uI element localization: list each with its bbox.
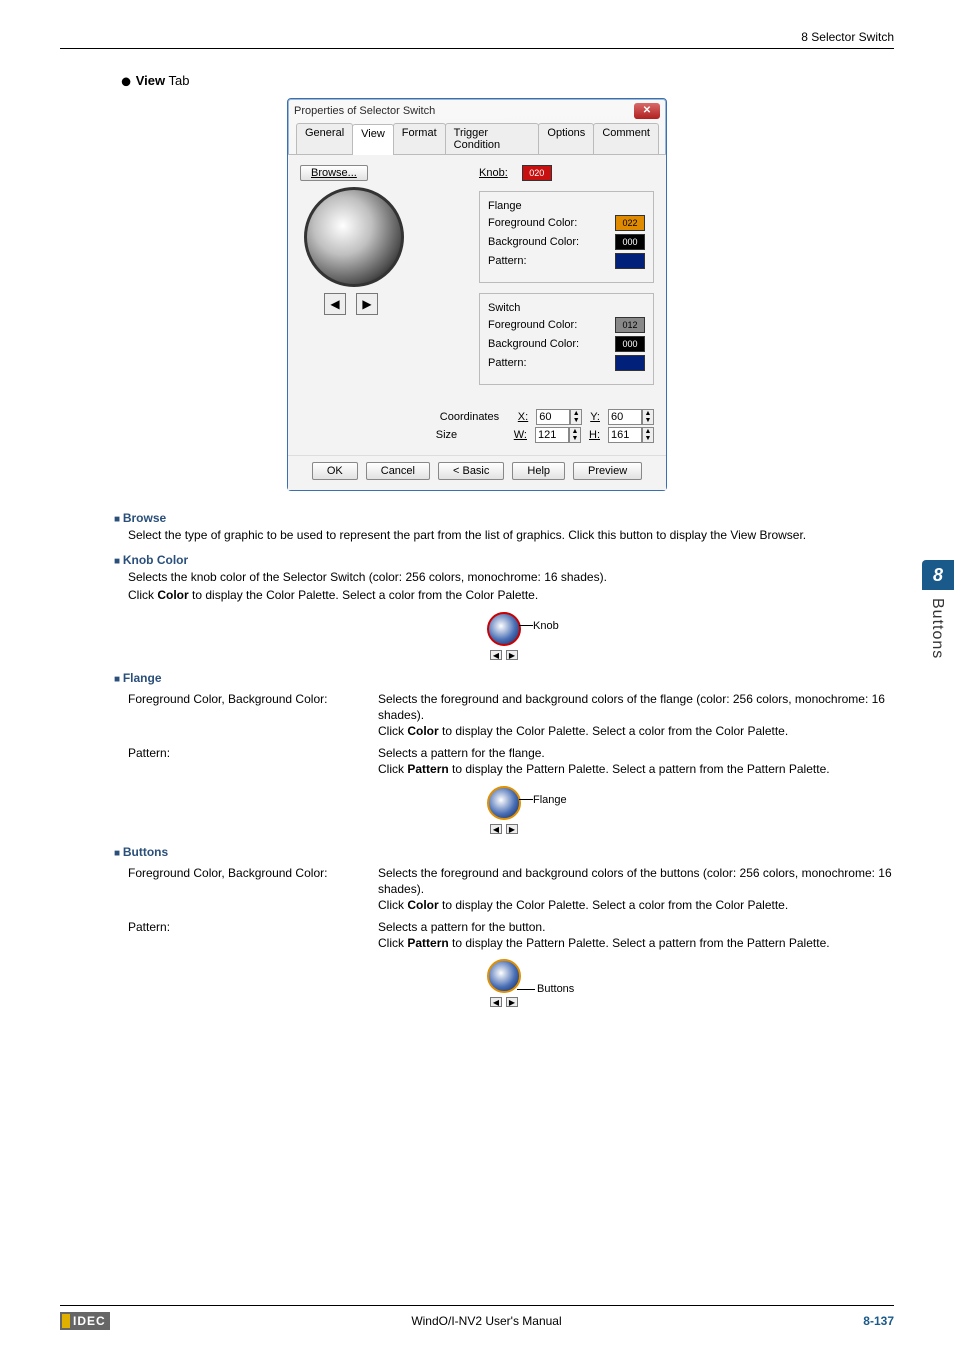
cancel-button[interactable]: Cancel [366, 462, 430, 480]
properties-dialog: Properties of Selector Switch ✕ General … [287, 98, 667, 491]
x-input[interactable]: ▲▼ [536, 409, 582, 425]
flange-group: Flange Foreground Color: 022 Background C… [479, 191, 654, 283]
dialog-title: Properties of Selector Switch [294, 105, 435, 117]
bullet-icon: ● [120, 71, 132, 93]
buttons-fgbg-label: Foreground Color, Background Color: [128, 865, 378, 914]
h-label: H: [589, 429, 600, 441]
flange-fg-swatch[interactable]: 022 [615, 215, 645, 231]
tab-trigger-condition[interactable]: Trigger Condition [445, 123, 540, 154]
knob-label: Knob: [479, 167, 508, 179]
buttons-figure: Buttons ◀▶ [487, 959, 521, 1007]
browse-button[interactable]: Browse... [300, 165, 368, 181]
help-button[interactable]: Help [512, 462, 565, 480]
flange-fgbg-label: Foreground Color, Background Color: [128, 691, 378, 740]
tab-format[interactable]: Format [393, 123, 446, 154]
close-icon[interactable]: ✕ [634, 103, 660, 119]
switch-bg-label: Background Color: [488, 338, 579, 350]
flange-heading: Flange [114, 671, 894, 685]
page-number: 8-137 [863, 1314, 894, 1328]
knob-figure: Knob ◀▶ [487, 612, 521, 660]
h-input[interactable]: ▲▼ [608, 427, 654, 443]
ok-button[interactable]: OK [312, 462, 358, 480]
flange-pattern-label: Pattern: [488, 255, 527, 267]
buttons-pattern-doc-label: Pattern: [128, 919, 378, 951]
flange-legend: Flange [488, 200, 522, 212]
manual-title: WindO/I-NV2 User's Manual [411, 1314, 561, 1328]
title-rest: Tab [165, 73, 189, 88]
switch-fg-swatch[interactable]: 012 [615, 317, 645, 333]
preview-button[interactable]: Preview [573, 462, 642, 480]
switch-legend: Switch [488, 302, 520, 314]
buttons-figure-icon [487, 959, 521, 993]
tab-general[interactable]: General [296, 123, 353, 154]
knob-figure-label: Knob [533, 620, 559, 632]
switch-bg-swatch[interactable]: 000 [615, 336, 645, 352]
page-footer: IDEC WindO/I-NV2 User's Manual 8-137 [60, 1305, 894, 1330]
buttons-fgbg-text: Selects the foreground and background co… [378, 865, 894, 914]
knob-preview-icon [304, 187, 404, 287]
chapter-title: Buttons [922, 590, 952, 667]
tab-options[interactable]: Options [538, 123, 594, 154]
flange-bg-swatch[interactable]: 000 [615, 234, 645, 250]
switch-pattern-swatch[interactable] [615, 355, 645, 371]
flange-figure: Flange ◀▶ [487, 786, 521, 834]
idec-logo: IDEC [60, 1312, 110, 1330]
y-input[interactable]: ▲▼ [608, 409, 654, 425]
basic-button[interactable]: < Basic [438, 462, 504, 480]
switch-group: Switch Foreground Color: 012 Background C… [479, 293, 654, 385]
flange-fgbg-text: Selects the foreground and background co… [378, 691, 894, 740]
prev-graphic-button[interactable]: ◀ [324, 293, 346, 315]
flange-pattern-text: Selects a pattern for the flange. Click … [378, 745, 894, 777]
dialog-tabs: General View Format Trigger Condition Op… [288, 123, 666, 155]
coordinates-label: Coordinates [440, 411, 510, 423]
x-label: X: [518, 411, 528, 423]
browse-heading: Browse [114, 511, 894, 525]
switch-pattern-label: Pattern: [488, 357, 527, 369]
section-title: ● View Tab [120, 73, 894, 88]
graphic-preview: ◀ ▶ [300, 187, 420, 315]
flange-pattern-swatch[interactable] [615, 253, 645, 269]
tab-view[interactable]: View [352, 124, 394, 155]
chapter-tab: 8 Buttons [922, 560, 954, 667]
tab-comment[interactable]: Comment [593, 123, 659, 154]
flange-fg-label: Foreground Color: [488, 217, 577, 229]
size-label: Size [436, 429, 506, 441]
knob-color-text-2: Click Color to display the Color Palette… [128, 587, 894, 603]
flange-bg-label: Background Color: [488, 236, 579, 248]
title-bold: View [136, 73, 165, 88]
knob-color-heading: Knob Color [114, 553, 894, 567]
header-section-title: 8 Selector Switch [60, 30, 894, 49]
knob-color-swatch[interactable]: 020 [522, 165, 552, 181]
w-label: W: [514, 429, 527, 441]
y-label: Y: [590, 411, 600, 423]
next-graphic-button[interactable]: ▶ [356, 293, 378, 315]
chapter-number: 8 [922, 560, 954, 590]
flange-figure-icon [487, 786, 521, 820]
switch-fg-label: Foreground Color: [488, 319, 577, 331]
buttons-heading: Buttons [114, 845, 894, 859]
w-input[interactable]: ▲▼ [535, 427, 581, 443]
flange-figure-label: Flange [533, 794, 567, 806]
knob-color-text-1: Selects the knob color of the Selector S… [128, 569, 894, 585]
buttons-pattern-text: Selects a pattern for the button. Click … [378, 919, 894, 951]
browse-text: Select the type of graphic to be used to… [128, 527, 894, 543]
buttons-figure-label: Buttons [537, 983, 574, 995]
flange-pattern-doc-label: Pattern: [128, 745, 378, 777]
knob-figure-icon [487, 612, 521, 646]
